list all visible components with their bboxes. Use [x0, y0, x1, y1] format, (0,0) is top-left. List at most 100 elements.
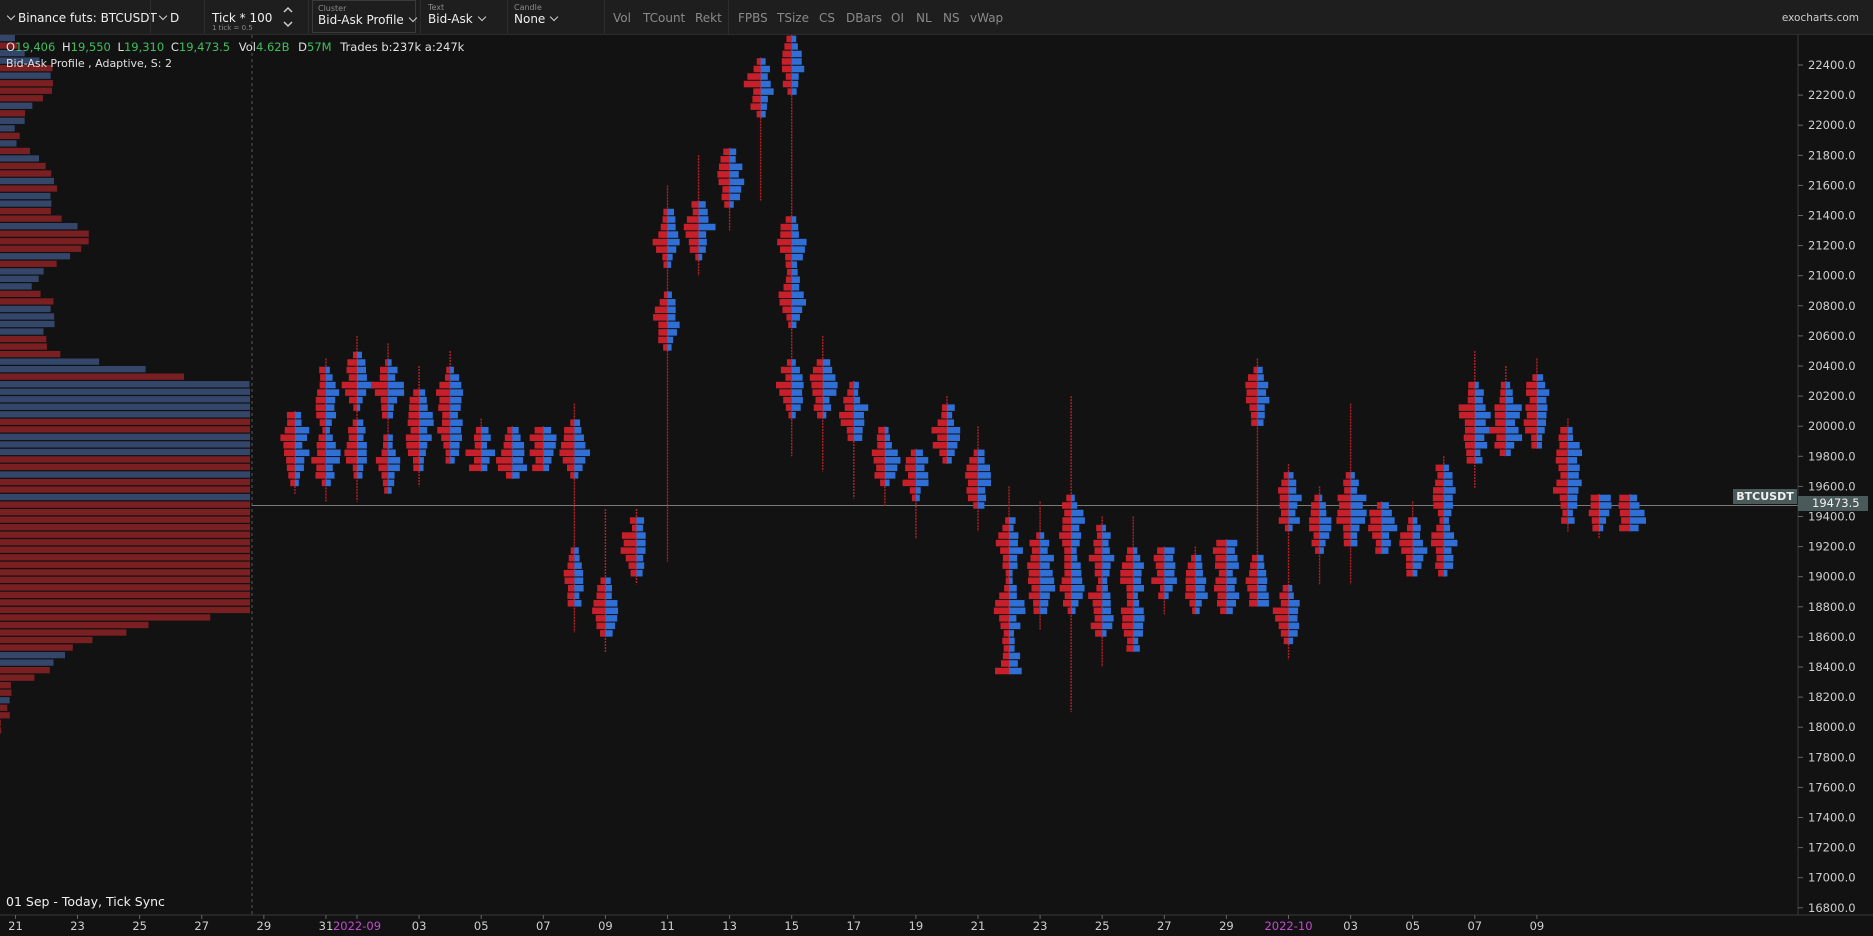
candle[interactable] [1088, 516, 1115, 668]
candle[interactable] [559, 403, 590, 633]
candle[interactable] [1458, 350, 1492, 488]
ask-volume-bar [853, 404, 869, 411]
bid-volume-bar [1435, 464, 1444, 472]
rekt-toggle[interactable]: Rekt [695, 11, 722, 25]
candle[interactable] [1245, 358, 1270, 607]
candle[interactable] [1553, 418, 1583, 532]
candle[interactable] [311, 358, 341, 502]
candle[interactable] [1185, 546, 1208, 615]
bid-volume-bar [280, 434, 295, 441]
bid-volume-bar [973, 449, 978, 457]
bid-volume-bar [532, 464, 544, 472]
candle[interactable] [370, 343, 405, 494]
bid-volume-bar [1121, 562, 1134, 569]
candle[interactable] [1523, 358, 1550, 449]
candle[interactable] [465, 418, 496, 472]
close-value: 19,473.5 [179, 40, 230, 54]
bid-volume-bar [529, 434, 544, 441]
nl-toggle[interactable]: NL [916, 11, 932, 25]
fpbs-toggle[interactable]: FPBS [738, 11, 768, 25]
bid-volume-bar [1059, 532, 1072, 539]
time-tick-label: 03 [412, 919, 427, 933]
ask-volume-bar [791, 80, 799, 88]
timeframe-selector[interactable]: D [152, 0, 204, 34]
candle[interactable] [496, 426, 527, 479]
candle[interactable] [993, 486, 1026, 675]
bid-volume-bar [534, 426, 544, 434]
candle[interactable] [1618, 493, 1646, 532]
candle[interactable] [775, 35, 807, 457]
bid-volume-bar [1337, 509, 1351, 517]
stepper-icon[interactable] [282, 5, 294, 29]
tsize-toggle[interactable]: TSize [777, 11, 809, 25]
bid-volume-bar [1000, 660, 1010, 667]
ask-volume-bar [1567, 457, 1578, 464]
candle[interactable] [405, 366, 434, 487]
candle[interactable] [1368, 501, 1398, 555]
symbol-selector[interactable]: Binance futs: BTCUSDT [4, 0, 157, 34]
candle[interactable] [341, 335, 374, 502]
bid-volume-bar [1189, 600, 1196, 607]
ask-volume-bar [1350, 539, 1358, 547]
candle[interactable] [620, 508, 646, 585]
candle[interactable] [871, 426, 901, 506]
bid-volume-bar [750, 103, 761, 110]
candle[interactable] [1489, 366, 1523, 457]
bid-volume-bar [600, 630, 606, 637]
tcount-toggle[interactable]: TCount [643, 11, 685, 25]
bid-volume-bar [780, 231, 792, 238]
bid-volume-bar [1160, 584, 1165, 592]
brand-link[interactable]: exocharts.com [1782, 12, 1859, 24]
cs-toggle[interactable]: CS [819, 11, 835, 25]
ask-volume-bar [1505, 442, 1515, 449]
chart-area[interactable]: 22400.0 22200.0 22000.0 21800.0 21600.0 21400… [0, 35, 1873, 936]
ask-volume-bar [1505, 419, 1516, 426]
candle[interactable] [435, 350, 464, 464]
ask-volume-bar [1009, 562, 1018, 569]
candle[interactable] [1272, 463, 1302, 660]
candle[interactable] [683, 155, 716, 276]
candle[interactable] [1309, 486, 1332, 585]
ns-toggle[interactable]: NS [943, 11, 960, 25]
vwap-toggle[interactable]: vWap [970, 11, 1003, 25]
candle[interactable] [931, 396, 961, 464]
ask-volume-bar [1412, 547, 1428, 554]
cluster-selector[interactable]: Cluster Bid-Ask Profile [312, 0, 418, 33]
candle[interactable] [1059, 396, 1085, 713]
candle[interactable] [1430, 456, 1458, 577]
text-selector[interactable]: Text Bid-Ask [424, 0, 506, 34]
candle[interactable] [1027, 501, 1056, 630]
candle[interactable] [1212, 539, 1240, 615]
candle[interactable] [1399, 501, 1428, 577]
bid-volume-bar [286, 457, 295, 464]
candle[interactable] [902, 448, 929, 540]
tick-selector[interactable]: Tick * 100 1 tick = 0.5 [206, 0, 302, 34]
vol-toggle[interactable]: Vol [613, 11, 631, 25]
ask-volume-bar [325, 426, 330, 434]
bid-volume-bar [1406, 569, 1413, 577]
candle-selector[interactable]: Candle None [510, 0, 600, 34]
oi-toggle[interactable]: OI [891, 11, 904, 25]
candle[interactable] [280, 411, 310, 494]
profile-bar [0, 697, 10, 704]
candle[interactable] [1120, 516, 1145, 652]
candle[interactable] [529, 426, 557, 472]
bid-volume-bar [1123, 630, 1134, 637]
candle[interactable] [1336, 403, 1367, 585]
candle[interactable] [965, 426, 992, 532]
ask-volume-bar [294, 457, 305, 464]
candle[interactable] [592, 508, 619, 652]
ask-volume-bar [760, 95, 768, 103]
bid-volume-bar [1430, 539, 1444, 547]
bid-volume-bar [1339, 502, 1351, 509]
candle[interactable] [1151, 546, 1177, 615]
candle[interactable] [717, 147, 745, 231]
dbars-toggle[interactable]: DBars [846, 11, 882, 25]
bid-volume-bar [1092, 600, 1103, 607]
bid-volume-bar [1093, 607, 1103, 615]
candle[interactable] [839, 381, 869, 499]
candle[interactable] [743, 57, 774, 201]
candle[interactable] [809, 335, 838, 472]
candle[interactable] [1588, 493, 1612, 540]
bid-volume-bar [445, 449, 451, 457]
